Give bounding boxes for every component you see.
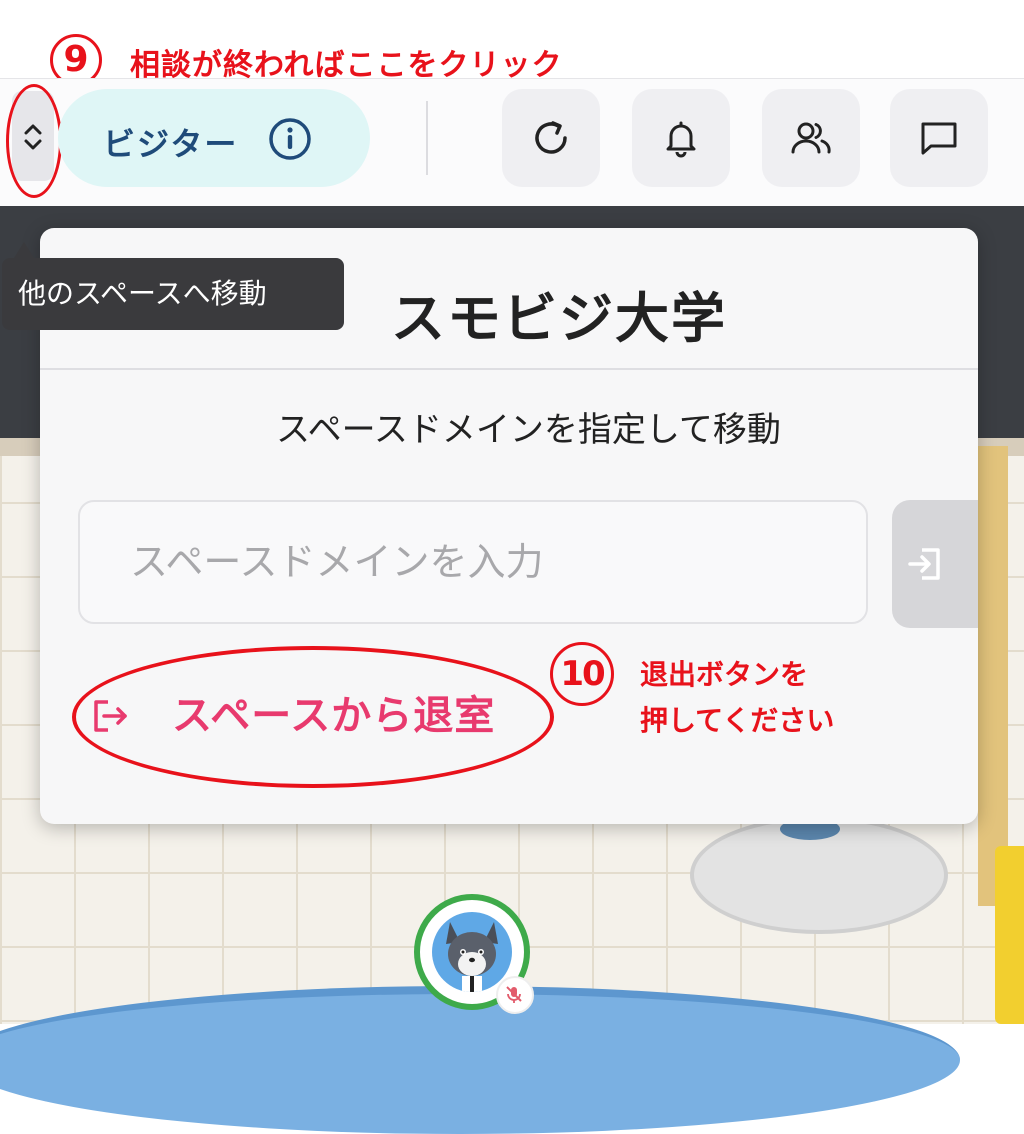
refresh-button[interactable]: [502, 89, 600, 187]
header-divider: [426, 101, 428, 175]
visitor-role-badge[interactable]: ビジター: [58, 89, 370, 187]
users-icon: [791, 122, 831, 154]
map-sofa: [995, 846, 1024, 1024]
leave-space-label: スペースから退室: [172, 693, 496, 739]
notifications-button[interactable]: [632, 89, 730, 187]
domain-move-label: スペースドメインを指定して移動: [276, 410, 781, 450]
map-furniture: [978, 446, 1008, 906]
mic-off-icon: [506, 986, 522, 1003]
wolf-avatar-icon: [432, 912, 512, 992]
popup-divider: [40, 368, 978, 370]
chat-icon: [921, 122, 957, 155]
mic-muted-badge: [496, 976, 534, 1014]
tooltip-arrow: [14, 242, 34, 258]
app-header: ビジター: [0, 78, 1024, 207]
step-10-line-2: 押してください: [640, 704, 835, 737]
login-icon: [908, 548, 940, 580]
info-icon[interactable]: [268, 117, 312, 161]
annotation-strip: 9 相談が終わればここをクリック: [0, 0, 1024, 86]
space-domain-input[interactable]: [78, 500, 868, 624]
step-10-instruction: 退出ボタンを 押してください: [640, 652, 834, 744]
bell-icon: [666, 121, 696, 158]
refresh-icon: [535, 121, 567, 154]
chevron-up-down-icon: [24, 124, 42, 150]
logout-icon: [94, 700, 127, 732]
step-10-line-1: 退出ボタンを: [640, 658, 809, 691]
enter-space-button[interactable]: [892, 500, 978, 628]
visitor-label: ビジター: [103, 125, 239, 163]
members-button[interactable]: [762, 89, 860, 187]
chat-button[interactable]: [890, 89, 988, 187]
step-10-number: 10: [550, 642, 614, 706]
space-switch-button[interactable]: [12, 91, 54, 181]
leave-space-button[interactable]: スペースから退室: [90, 684, 560, 748]
space-switch-tooltip: 他のスペースへ移動: [2, 258, 344, 330]
